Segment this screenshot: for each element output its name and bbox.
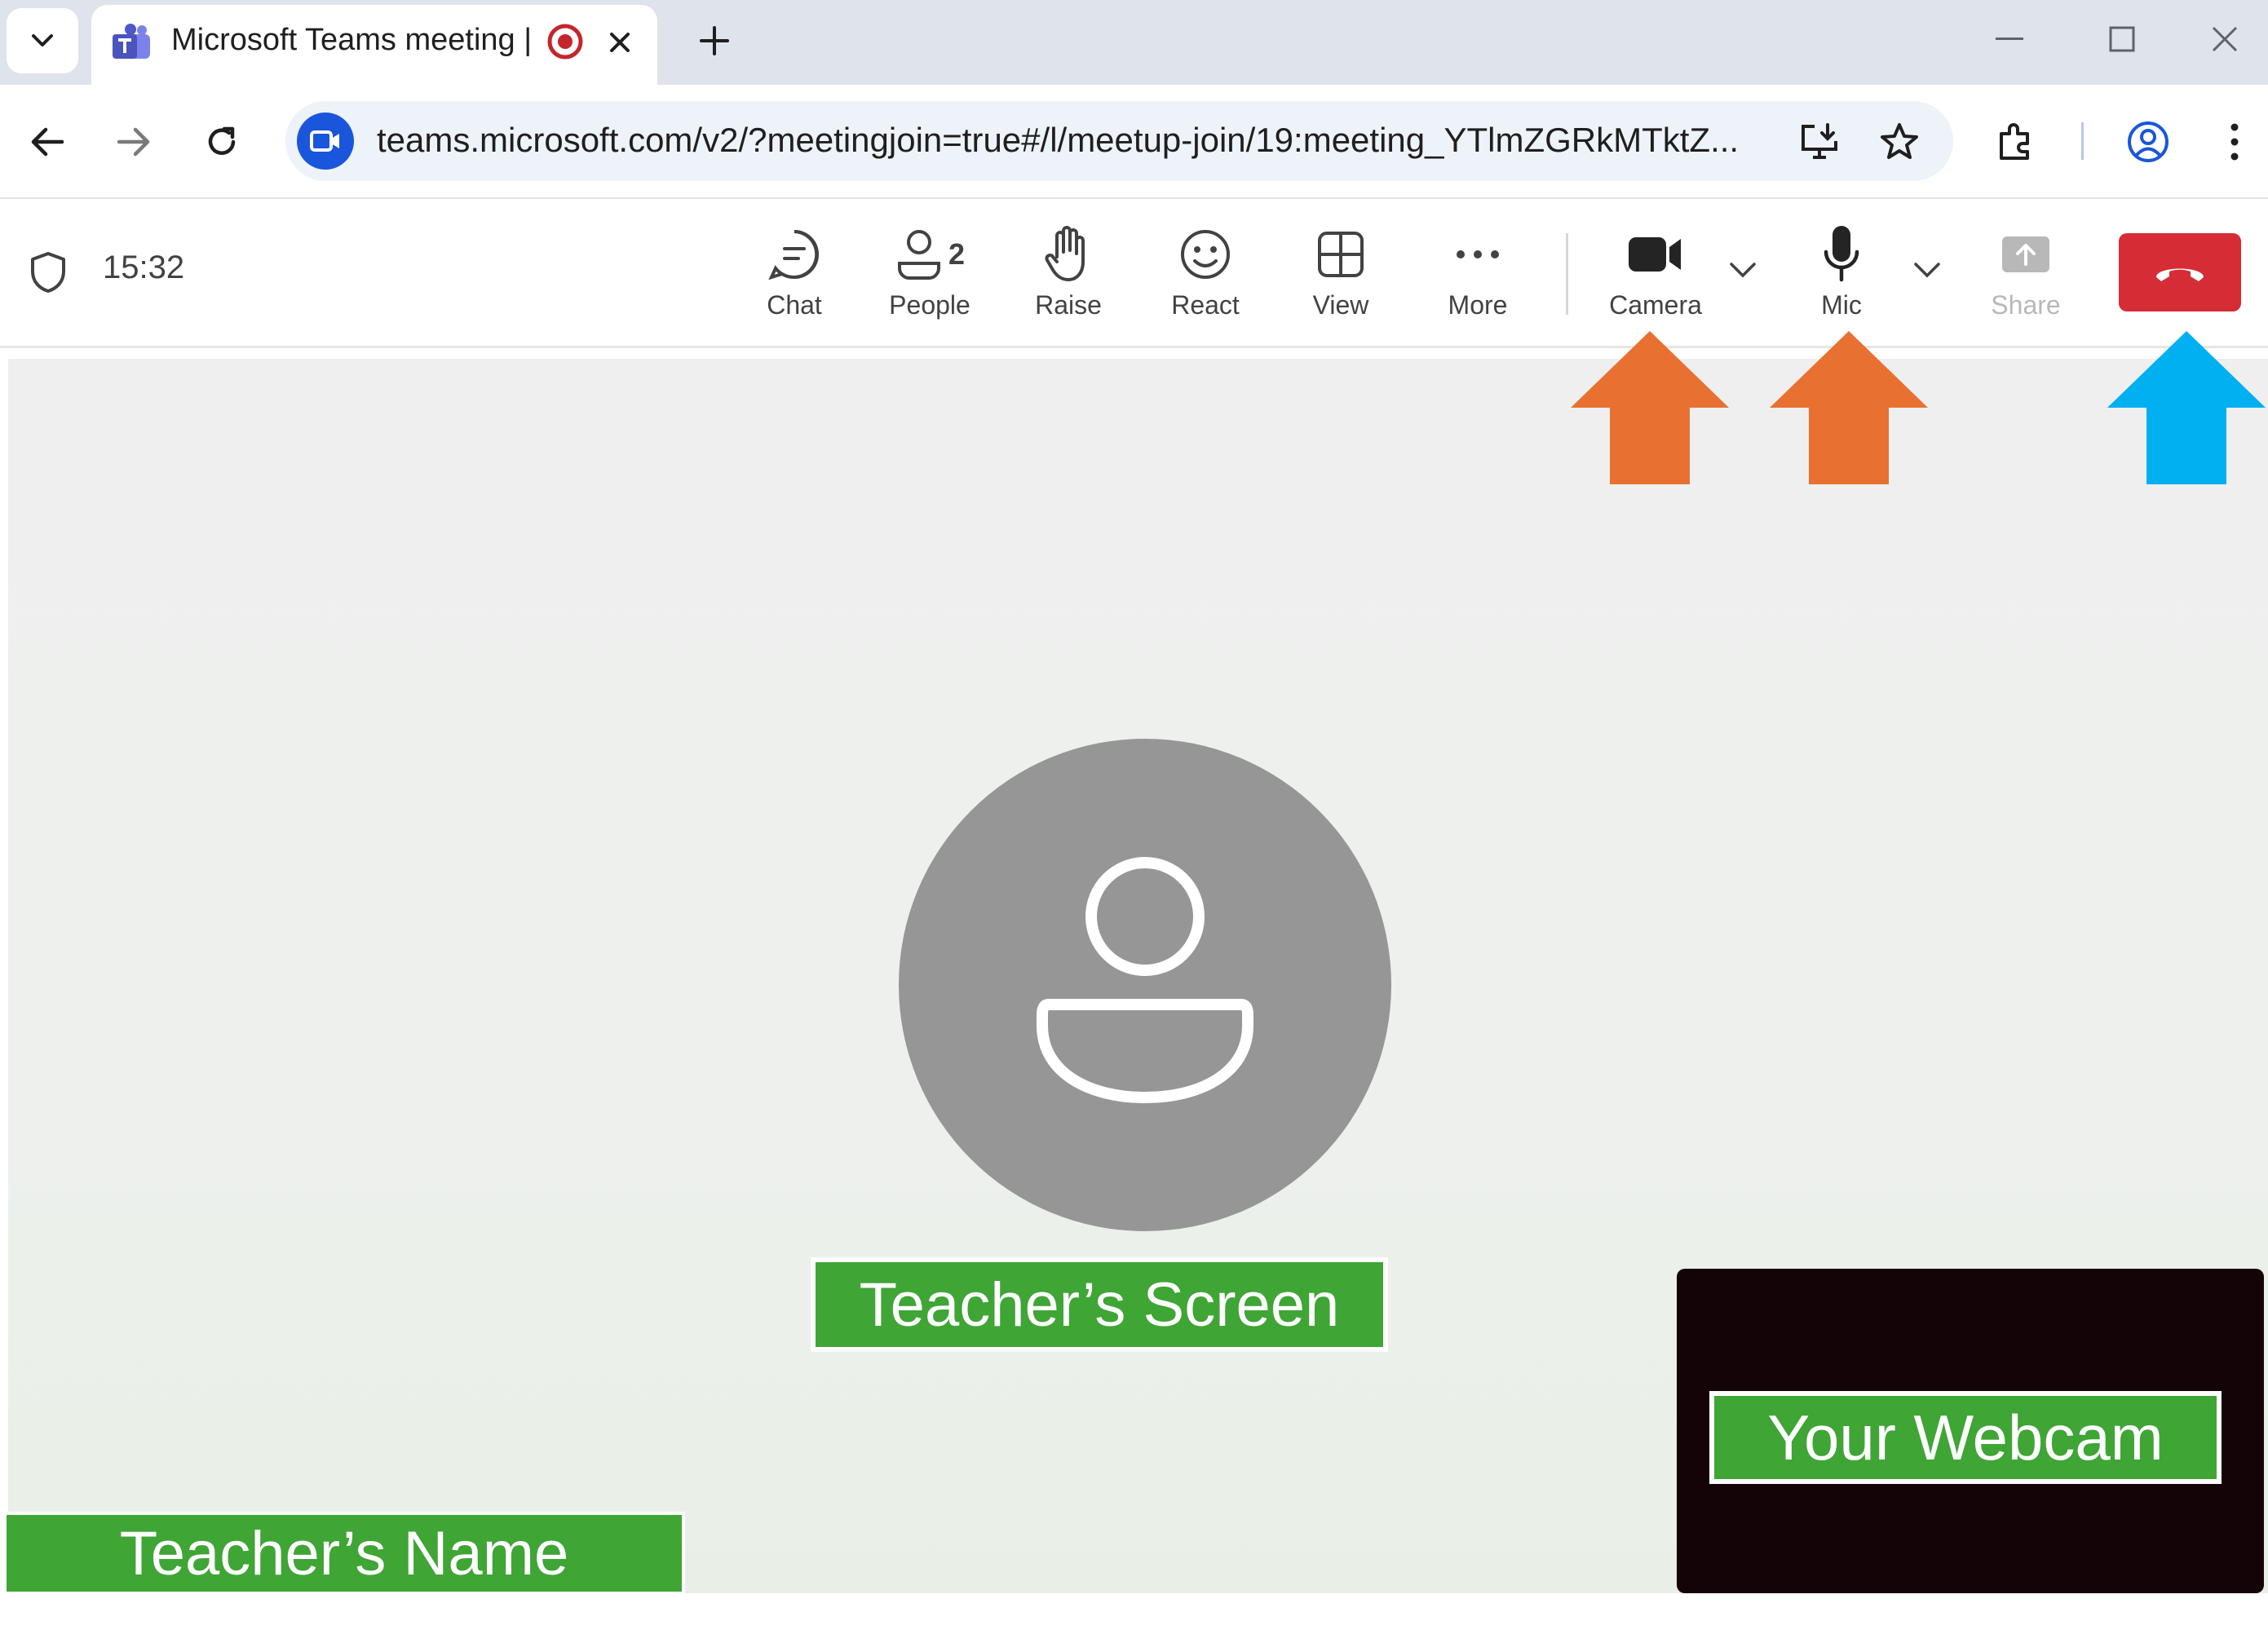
browser-menu-button[interactable] (2202, 109, 2267, 174)
person-icon (1037, 857, 1253, 1103)
view-button[interactable]: View (1284, 222, 1398, 336)
browser-tab-strip: Microsoft Teams meeting | Microsoft Team… (0, 0, 2268, 85)
tab-search-button[interactable] (7, 8, 78, 73)
profile-button[interactable] (2115, 109, 2181, 174)
chat-button[interactable]: Chat (737, 222, 851, 336)
camera-label: Camera (1609, 290, 1702, 320)
camera-icon (1629, 237, 1681, 272)
meeting-toolbar: 15:32 Chat 2 People Raise React View Mor… (0, 199, 2268, 348)
your-webcam-label: Your Webcam (1709, 1391, 2222, 1484)
video-icon (310, 130, 339, 152)
view-grid-icon (1318, 232, 1364, 277)
toolbar-separator (2081, 122, 2084, 160)
recording-icon (547, 24, 583, 60)
mic-button[interactable]: Mic (1784, 222, 1899, 336)
maximize-icon (2109, 26, 2135, 52)
bookmark-button[interactable] (1872, 114, 1926, 168)
hangup-icon (2156, 268, 2204, 281)
teacher-screen-label: Teacher’s Screen (811, 1257, 1388, 1352)
install-app-button[interactable] (1794, 116, 1845, 166)
back-button[interactable] (15, 109, 80, 174)
mic-icon (1824, 226, 1859, 282)
more-label: More (1448, 290, 1508, 320)
toolbar-divider (1566, 233, 1568, 315)
url-text: teams.microsoft.com/v2/?meetingjoin=true… (377, 121, 1740, 159)
react-label: React (1171, 290, 1240, 320)
reload-icon (208, 126, 236, 155)
tab-title: Microsoft Teams meeting | Microsoft Team… (171, 23, 538, 57)
camera-pointer-arrow (1571, 331, 1729, 484)
leave-call-button[interactable] (2119, 233, 2241, 311)
close-icon (2212, 26, 2238, 52)
chevron-down-icon (1914, 263, 1940, 278)
teacher-name-label: Teacher’s Name (3, 1512, 685, 1595)
people-count-badge: 2 (948, 237, 966, 271)
maximize-button[interactable] (2073, 7, 2171, 72)
browser-tab-active[interactable]: Microsoft Teams meeting | Microsoft Team… (91, 5, 657, 85)
mic-pointer-arrow (1770, 331, 1928, 484)
chevron-down-icon (32, 34, 53, 46)
hand-icon (1045, 226, 1085, 281)
extensions-icon (2000, 123, 2029, 160)
close-icon (610, 33, 630, 52)
reload-button[interactable] (189, 109, 254, 174)
leave-pointer-arrow (2107, 331, 2266, 484)
browser-toolbar: teams.microsoft.com/v2/?meetingjoin=true… (0, 85, 2268, 199)
smiley-icon (1181, 230, 1230, 279)
more-button[interactable]: More (1421, 222, 1535, 336)
back-icon (31, 127, 64, 157)
tab-close-button[interactable] (597, 20, 643, 65)
teams-logo-icon (113, 24, 150, 59)
chat-label: Chat (767, 290, 822, 320)
more-dots-icon (1457, 250, 1499, 258)
minimize-button[interactable] (1961, 7, 2058, 72)
kebab-icon (2230, 123, 2239, 161)
people-icon (897, 230, 940, 280)
extensions-button[interactable] (1983, 109, 2049, 174)
plus-icon (700, 26, 729, 55)
profile-icon (2128, 121, 2169, 162)
minimize-icon (1996, 38, 2023, 40)
share-label: Share (1991, 290, 2061, 320)
camera-options-chevron[interactable] (1722, 250, 1763, 290)
site-info-button[interactable] (297, 113, 354, 170)
meeting-timer: 15:32 (103, 250, 185, 285)
star-icon (1881, 123, 1918, 159)
forward-button[interactable] (101, 109, 166, 174)
participant-avatar (899, 739, 1391, 1231)
people-label: People (889, 290, 970, 320)
camera-button[interactable]: Camera (1598, 222, 1713, 336)
window-close-button[interactable] (2184, 7, 2266, 72)
new-tab-button[interactable] (685, 11, 744, 70)
chevron-down-icon (1730, 263, 1756, 278)
address-bar[interactable]: teams.microsoft.com/v2/?meetingjoin=true… (285, 101, 1953, 181)
people-button[interactable]: 2 People (873, 222, 987, 336)
share-button[interactable]: Share (1969, 222, 2083, 336)
view-label: View (1312, 290, 1369, 320)
chat-icon (768, 230, 819, 280)
raise-hand-button[interactable]: Raise (1011, 222, 1125, 336)
mic-label: Mic (1821, 290, 1862, 320)
raise-label: Raise (1035, 290, 1102, 320)
mic-options-chevron[interactable] (1907, 250, 1947, 290)
forward-icon (117, 127, 150, 157)
shield-icon (31, 252, 65, 293)
install-icon (1802, 123, 1837, 159)
share-icon (2002, 236, 2049, 272)
react-button[interactable]: React (1148, 222, 1262, 336)
